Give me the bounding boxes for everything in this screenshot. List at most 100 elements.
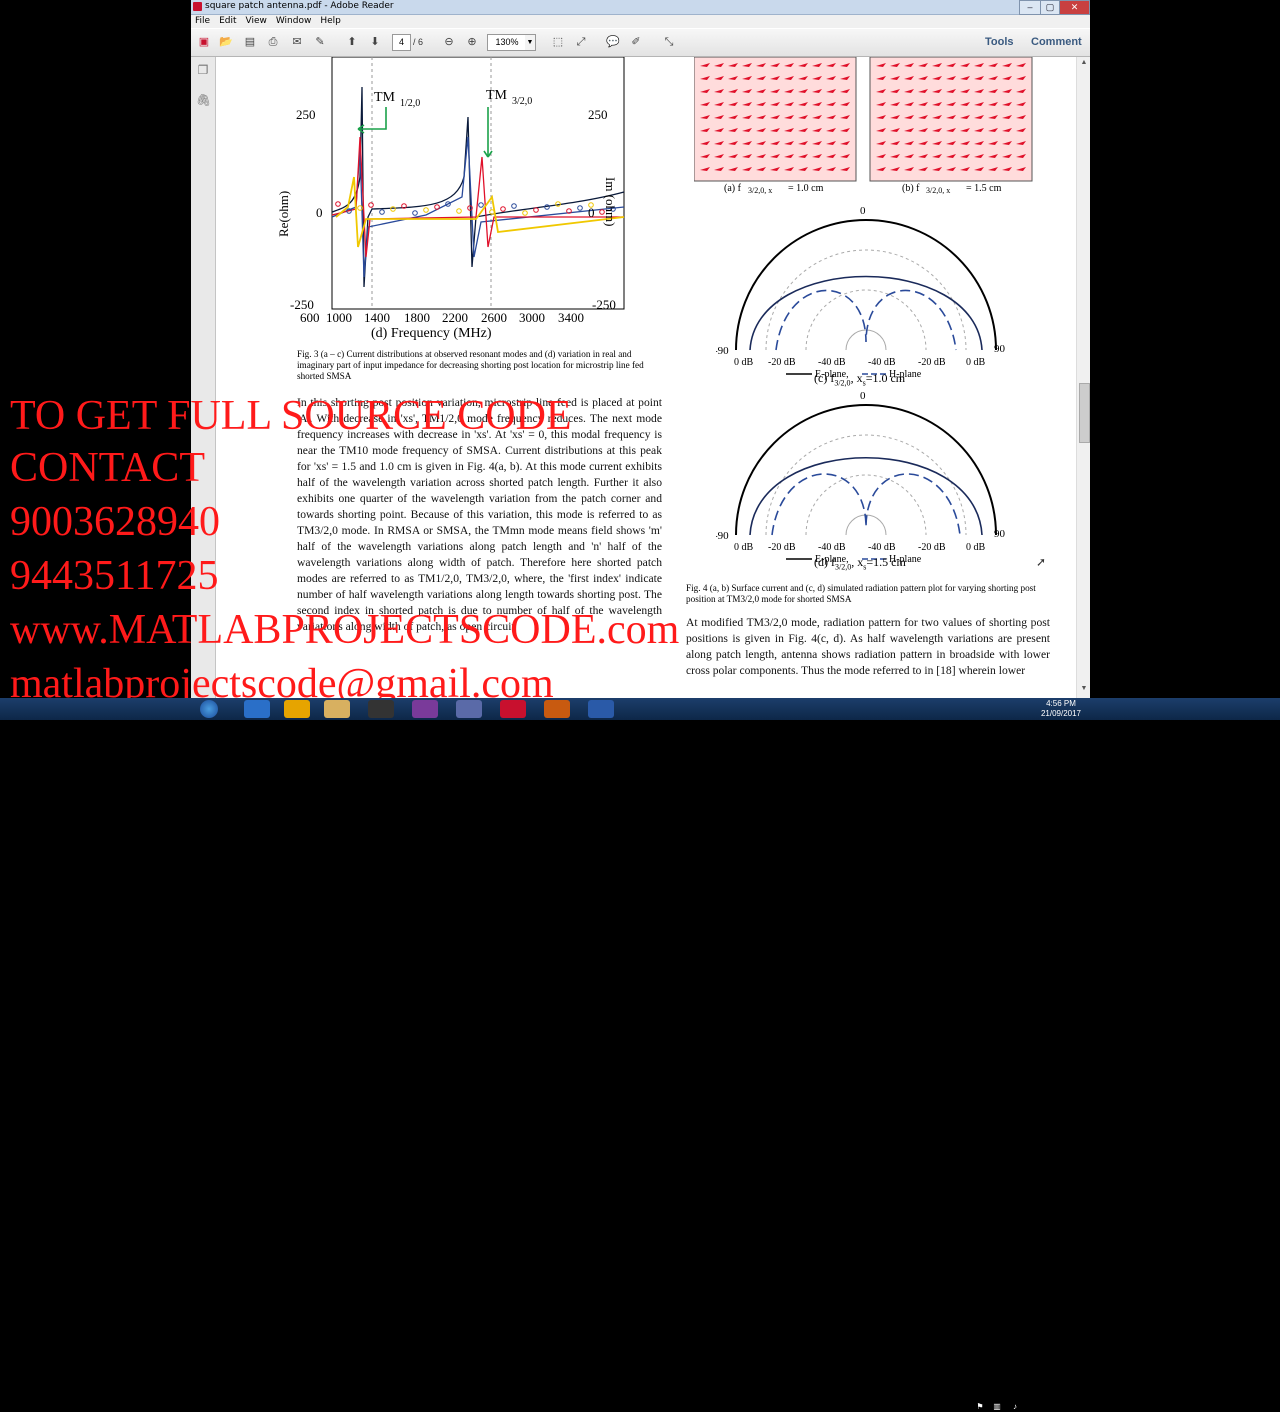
subfig-c-label: (c) f3/2,0, xs=1.0 cm	[814, 371, 906, 388]
vertical-scrollbar[interactable]: ▲ ▼	[1076, 57, 1090, 698]
app-icon[interactable]	[588, 700, 614, 718]
polar-d-neg90: -90	[716, 530, 729, 542]
chart-marker	[423, 207, 429, 213]
db-tick: -20 dB	[918, 542, 946, 553]
zoom-input[interactable]: 130%	[487, 34, 527, 51]
media-icon[interactable]	[368, 700, 394, 718]
clock[interactable]: 4:56 PM 21/09/2017	[1036, 699, 1086, 719]
zoom-out-icon[interactable]: ⊖	[440, 34, 458, 51]
network-icon[interactable]: ▥	[992, 1402, 1002, 1412]
db-tick: 0 dB	[734, 542, 754, 553]
adobe-reader-window: square patch antenna.pdf - Adobe Reader …	[191, 0, 1090, 698]
polar-c-neg90: -90	[716, 345, 729, 357]
email-icon[interactable]: ✉	[288, 34, 306, 51]
surface-current-a	[694, 57, 857, 182]
scrollbar-thumb[interactable]	[1079, 383, 1090, 443]
next-page-icon[interactable]: ⬇	[366, 34, 384, 51]
app-icon[interactable]	[456, 700, 482, 718]
pdf-page: 250 0 -250 250 0 -250 Re(ohm) Im (ohm) 6…	[216, 57, 1076, 698]
xtick-2200: 2200	[442, 310, 468, 325]
comment-icon[interactable]: 💬	[604, 34, 622, 51]
adobe-reader-taskbar-icon[interactable]	[500, 700, 526, 718]
chart-marker	[368, 202, 374, 208]
chart-marker	[522, 210, 528, 216]
polar-c-0: 0	[860, 205, 866, 217]
app-icon[interactable]	[412, 700, 438, 718]
xtick-2600: 2600	[481, 310, 507, 325]
menu-help[interactable]: Help	[316, 15, 346, 26]
xtick-3000: 3000	[519, 310, 545, 325]
chart-marker	[500, 206, 506, 212]
xtick-1800: 1800	[404, 310, 430, 325]
page-thumbnails-icon[interactable]: ❐	[196, 63, 210, 77]
ytick-left-250: 250	[296, 107, 316, 122]
minimize-button[interactable]: –	[1019, 0, 1041, 15]
fit-page-icon[interactable]: ⬚	[549, 34, 567, 51]
subfig-d-value: =1.5 cm	[866, 555, 906, 569]
tm-right-sub: 3/2,0	[512, 96, 532, 107]
db-tick: -20 dB	[768, 357, 796, 368]
body-text-right: At modified TM3/2,0 mode, radiation patt…	[686, 616, 1050, 677]
subfig-b-sub: 3/2,0, x	[926, 186, 950, 195]
h-plane-curve	[775, 289, 957, 351]
polar-d-0: 0	[860, 390, 866, 402]
scroll-down-icon[interactable]: ▼	[1079, 685, 1089, 695]
close-button[interactable]: ✕	[1059, 0, 1090, 15]
page-total: / 6	[413, 37, 424, 47]
open-folder-icon[interactable]: 📂	[217, 34, 235, 51]
print-icon[interactable]: ⎙	[264, 34, 282, 51]
xtick-600: 600	[300, 310, 320, 325]
xtick-3400: 3400	[558, 310, 584, 325]
impedance-chart: 250 0 -250 250 0 -250 Re(ohm) Im (ohm) 6…	[276, 57, 625, 341]
subfig-a-sub: 3/2,0, x	[748, 186, 772, 195]
ytick-right-0: 0	[588, 205, 595, 220]
db-tick: -40 dB	[818, 542, 846, 553]
chart-marker	[379, 209, 385, 215]
chevron-down-icon[interactable]: ▼	[525, 34, 536, 51]
flag-icon[interactable]: ⚑	[975, 1402, 985, 1412]
attachments-icon[interactable]: 🖇	[196, 93, 211, 107]
menu-window[interactable]: Window	[272, 15, 317, 26]
sign-icon[interactable]: ✎	[311, 34, 329, 51]
polar-d-90: 90	[994, 528, 1006, 540]
adobe-reader-icon	[193, 2, 202, 11]
folder-icon[interactable]	[324, 700, 350, 718]
save-icon[interactable]: ▤	[241, 34, 259, 51]
tools-pane-button[interactable]: Tools	[985, 36, 1014, 48]
subfig-a-label: (a) f	[724, 183, 742, 194]
volume-icon[interactable]: ♪	[1010, 1402, 1020, 1412]
overlay-line-5: www.MATLABPROJECTSCODE.com	[10, 607, 680, 653]
previous-page-icon[interactable]: ⬆	[343, 34, 361, 51]
chrome-icon[interactable]	[284, 700, 310, 718]
create-pdf-icon[interactable]: ▣	[195, 34, 213, 51]
overlay-line-1: TO GET FULL SOURCE CODE	[10, 393, 572, 439]
scroll-up-icon[interactable]: ▲	[1079, 59, 1089, 69]
app-icon[interactable]	[544, 700, 570, 718]
chart-marker	[335, 201, 341, 207]
menu-view[interactable]: View	[242, 15, 272, 26]
expand-icon[interactable]: ⤡	[660, 34, 678, 51]
window-title: square patch antenna.pdf - Adobe Reader	[205, 1, 394, 11]
ytick-right-neg250: -250	[592, 297, 616, 312]
chart-marker	[577, 205, 583, 211]
overlay-line-4: 9443511725	[10, 553, 219, 599]
menu-file[interactable]: File	[191, 15, 215, 26]
menu-edit[interactable]: Edit	[215, 15, 241, 26]
subfig-c-value: =1.0 cm	[865, 371, 906, 385]
zoom-in-icon[interactable]: ⊕	[463, 34, 481, 51]
xlabel: (d) Frequency (MHz)	[371, 326, 492, 341]
xtick-1000: 1000	[326, 310, 352, 325]
ie-icon[interactable]	[244, 700, 270, 718]
maximize-button[interactable]: ▢	[1040, 0, 1060, 15]
chart-marker	[390, 206, 396, 212]
start-button-icon[interactable]	[200, 700, 218, 718]
subfig-d-x: , x	[851, 555, 864, 569]
fit-width-icon[interactable]: ⤢	[572, 34, 590, 51]
db-tick: 0 dB	[966, 357, 986, 368]
subfig-d-prefix: (d) f	[814, 555, 835, 569]
page-number-input[interactable]: 4	[392, 34, 411, 51]
highlight-icon[interactable]: ✐	[627, 34, 645, 51]
db-tick: -20 dB	[918, 357, 946, 368]
comment-pane-button[interactable]: Comment	[1031, 36, 1082, 48]
subfig-c-prefix: (c) f	[814, 371, 835, 385]
